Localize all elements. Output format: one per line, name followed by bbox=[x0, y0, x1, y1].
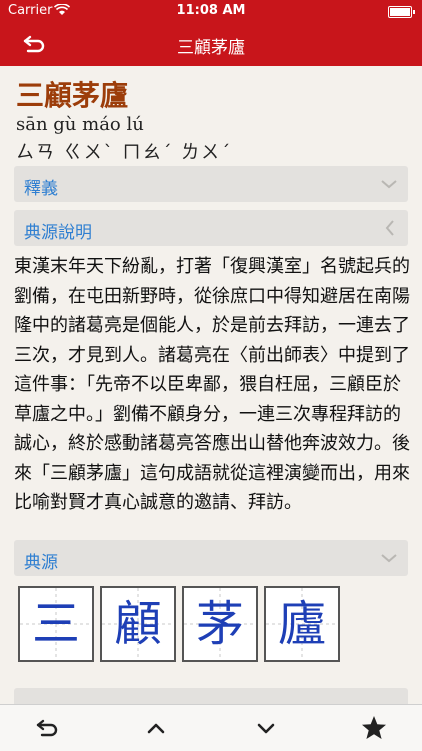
clock: 11:08 AM bbox=[176, 3, 246, 18]
character-box[interactable]: 茅 bbox=[182, 586, 258, 662]
battery-icon bbox=[388, 6, 415, 18]
character-glyph: 茅 bbox=[195, 596, 244, 652]
chevron-up-icon bbox=[147, 723, 165, 734]
character-box[interactable]: 顧 bbox=[100, 586, 176, 662]
section-definition[interactable]: 釋義 bbox=[14, 166, 408, 202]
star-icon bbox=[362, 716, 386, 739]
chevron-left-icon bbox=[385, 220, 394, 236]
nav-bar: 三顧茅廬 bbox=[0, 22, 422, 66]
previous-button[interactable] bbox=[142, 715, 170, 741]
favorite-button[interactable] bbox=[360, 715, 388, 741]
chevron-down-icon bbox=[381, 554, 397, 563]
bottom-toolbar bbox=[0, 704, 422, 751]
section-source[interactable]: 典源 bbox=[14, 540, 408, 576]
section-definition-label: 釋義 bbox=[24, 179, 58, 199]
entry-pinyin: sān gù máo lú bbox=[16, 114, 144, 135]
chevron-down-icon bbox=[381, 180, 397, 189]
back-arrow-icon bbox=[36, 719, 58, 737]
entry-term: 三顧茅廬 bbox=[16, 79, 129, 112]
status-bar: Carrier 11:08 AM bbox=[0, 0, 422, 22]
section-source-label: 典源 bbox=[24, 553, 58, 573]
section-source-explanation[interactable]: 典源說明 bbox=[14, 210, 408, 246]
nav-title: 三顧茅廬 bbox=[177, 38, 245, 58]
toolbar-back-button[interactable] bbox=[34, 715, 62, 741]
partial-next-section[interactable] bbox=[14, 688, 408, 704]
source-explanation-text: 東漢末年天下紛亂，打著「復興漢室」名號起兵的劉備，在屯田新野時，從徐庶口中得知避… bbox=[14, 256, 410, 513]
character-box[interactable]: 廬 bbox=[264, 586, 340, 662]
character-glyph: 廬 bbox=[277, 596, 326, 652]
chevron-down-icon bbox=[257, 723, 275, 734]
section-source-explanation-label: 典源說明 bbox=[24, 223, 92, 243]
next-button[interactable] bbox=[252, 715, 280, 741]
entry-zhuyin: ㄙㄢ ㄍㄨˋ ㄇㄠˊ ㄌㄨˊ bbox=[16, 142, 233, 163]
character-box[interactable]: 三 bbox=[18, 586, 94, 662]
character-glyph: 三 bbox=[31, 596, 80, 652]
entry-content[interactable]: 三顧茅廬 sān gù máo lú ㄙㄢ ㄍㄨˋ ㄇㄠˊ ㄌㄨˊ 釋義 典源說… bbox=[0, 66, 422, 704]
character-glyph: 顧 bbox=[113, 596, 162, 652]
